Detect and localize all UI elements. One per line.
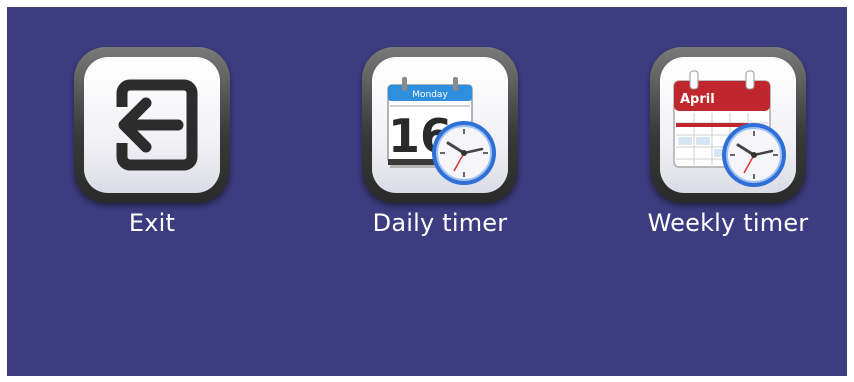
- calendar-day-text: Monday: [412, 90, 448, 100]
- daily-timer-icon-frame: Monday 16: [362, 47, 518, 203]
- clock-icon: [432, 121, 496, 185]
- calendar-month-text: April: [680, 92, 715, 107]
- daily-timer-button[interactable]: Monday 16 Daily timer: [340, 47, 540, 247]
- weekly-timer-button[interactable]: April Weekly timer: [628, 47, 828, 247]
- exit-icon: [116, 79, 198, 171]
- exit-button[interactable]: Exit: [52, 47, 252, 247]
- exit-icon-frame: [74, 47, 230, 203]
- weekly-calendar-clock-icon: April: [673, 70, 786, 187]
- weekly-timer-icon-frame: April: [650, 47, 806, 203]
- clock-icon: [722, 123, 786, 187]
- timer-menu-screen: Exit Monday 16 Daily timer April Weekly …: [7, 7, 847, 376]
- daily-timer-label: Daily timer: [372, 209, 508, 237]
- exit-label: Exit: [128, 209, 176, 237]
- weekly-timer-label: Weekly timer: [647, 209, 809, 237]
- daily-calendar-clock-icon: Monday 16: [387, 77, 496, 185]
